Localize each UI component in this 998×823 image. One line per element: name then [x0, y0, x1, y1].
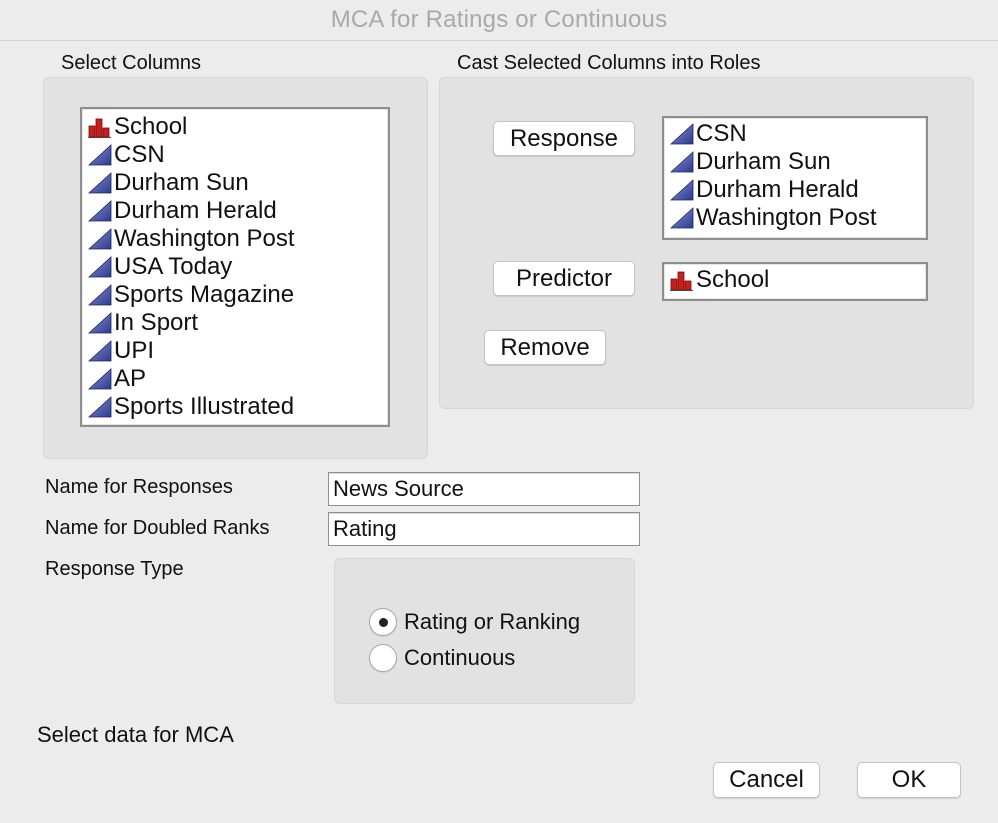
continuous-triangle-icon	[88, 312, 112, 334]
list-item-label: Durham Herald	[114, 197, 277, 224]
title-bar: MCA for Ratings or Continuous	[0, 0, 998, 41]
list-item[interactable]: AP	[82, 365, 388, 393]
response-type-label: Response Type	[45, 558, 184, 580]
responses-name-field[interactable]	[328, 472, 640, 506]
list-item-label: School	[114, 113, 188, 140]
radio-rating-or-ranking[interactable]: Rating or Ranking	[369, 608, 580, 636]
continuous-triangle-icon	[670, 123, 694, 145]
continuous-triangle-icon	[670, 207, 694, 229]
list-item[interactable]: Washington Post	[82, 225, 388, 253]
continuous-triangle-icon	[88, 368, 112, 390]
status-text: Select data for MCA	[37, 722, 234, 747]
list-item[interactable]: Sports Illustrated	[82, 393, 388, 421]
list-item-label: AP	[114, 365, 147, 392]
radio-label: Rating or Ranking	[404, 609, 581, 634]
radio-continuous[interactable]: Continuous	[369, 644, 515, 672]
radio-button[interactable]	[369, 608, 397, 636]
list-item-label: Washington Post	[114, 225, 295, 252]
continuous-triangle-icon	[670, 179, 694, 201]
responses-name-label: Name for Responses	[45, 476, 233, 498]
list-item[interactable]: School	[82, 113, 388, 141]
continuous-triangle-icon	[88, 340, 112, 362]
continuous-triangle-icon	[88, 228, 112, 250]
list-item-label: CSN	[696, 120, 747, 147]
continuous-triangle-icon	[88, 172, 112, 194]
list-item-label: In Sport	[114, 309, 199, 336]
continuous-triangle-icon	[88, 144, 112, 166]
list-item-label: Durham Sun	[114, 169, 249, 196]
continuous-triangle-icon	[88, 256, 112, 278]
list-item-label: School	[696, 266, 770, 293]
list-item[interactable]: USA Today	[82, 253, 388, 281]
remove-button[interactable]: Remove	[484, 330, 606, 365]
nominal-bar-icon	[670, 271, 693, 291]
list-item[interactable]: In Sport	[82, 309, 388, 337]
list-item[interactable]: School	[664, 266, 926, 294]
response-button[interactable]: Response	[493, 121, 635, 156]
radio-label: Continuous	[404, 645, 516, 670]
doubled-ranks-label: Name for Doubled Ranks	[45, 517, 270, 539]
list-item[interactable]: CSN	[82, 141, 388, 169]
list-item-label: Washington Post	[696, 204, 877, 231]
list-item-label: Sports Magazine	[114, 281, 295, 308]
doubled-ranks-field[interactable]	[328, 512, 640, 546]
window-title: MCA for Ratings or Continuous	[330, 6, 668, 33]
select-columns-label: Select Columns	[61, 52, 202, 74]
list-item-label: Durham Sun	[696, 148, 831, 175]
nominal-bar-icon	[88, 118, 111, 138]
response-list[interactable]: CSN Durham Sun Durham Herald Washington Pos…	[662, 116, 928, 240]
predictor-list[interactable]: School	[662, 262, 928, 301]
list-item-label: USA Today	[114, 253, 233, 280]
list-item[interactable]: Durham Herald	[82, 197, 388, 225]
continuous-triangle-icon	[88, 284, 112, 306]
list-item-label: UPI	[114, 337, 155, 364]
continuous-triangle-icon	[88, 200, 112, 222]
continuous-triangle-icon	[88, 396, 112, 418]
cast-roles-label: Cast Selected Columns into Roles	[457, 52, 761, 74]
list-item[interactable]: Durham Herald	[664, 176, 926, 204]
list-item[interactable]: Washington Post	[664, 204, 926, 232]
select-columns-list[interactable]: School CSN Durham Sun Durham Herald Washingt…	[80, 107, 390, 427]
ok-button[interactable]: OK	[857, 762, 961, 798]
radio-button[interactable]	[369, 644, 397, 672]
list-item[interactable]: CSN	[664, 120, 926, 148]
list-item-label: Durham Herald	[696, 176, 859, 203]
list-item-label: Sports Illustrated	[114, 393, 295, 420]
radio-selected-dot	[378, 617, 388, 627]
predictor-button[interactable]: Predictor	[493, 261, 635, 296]
cancel-button[interactable]: Cancel	[713, 762, 820, 798]
list-item[interactable]: Durham Sun	[82, 169, 388, 197]
continuous-triangle-icon	[670, 151, 694, 173]
list-item[interactable]: Durham Sun	[664, 148, 926, 176]
list-item[interactable]: Sports Magazine	[82, 281, 388, 309]
list-item-label: CSN	[114, 141, 165, 168]
list-item[interactable]: UPI	[82, 337, 388, 365]
